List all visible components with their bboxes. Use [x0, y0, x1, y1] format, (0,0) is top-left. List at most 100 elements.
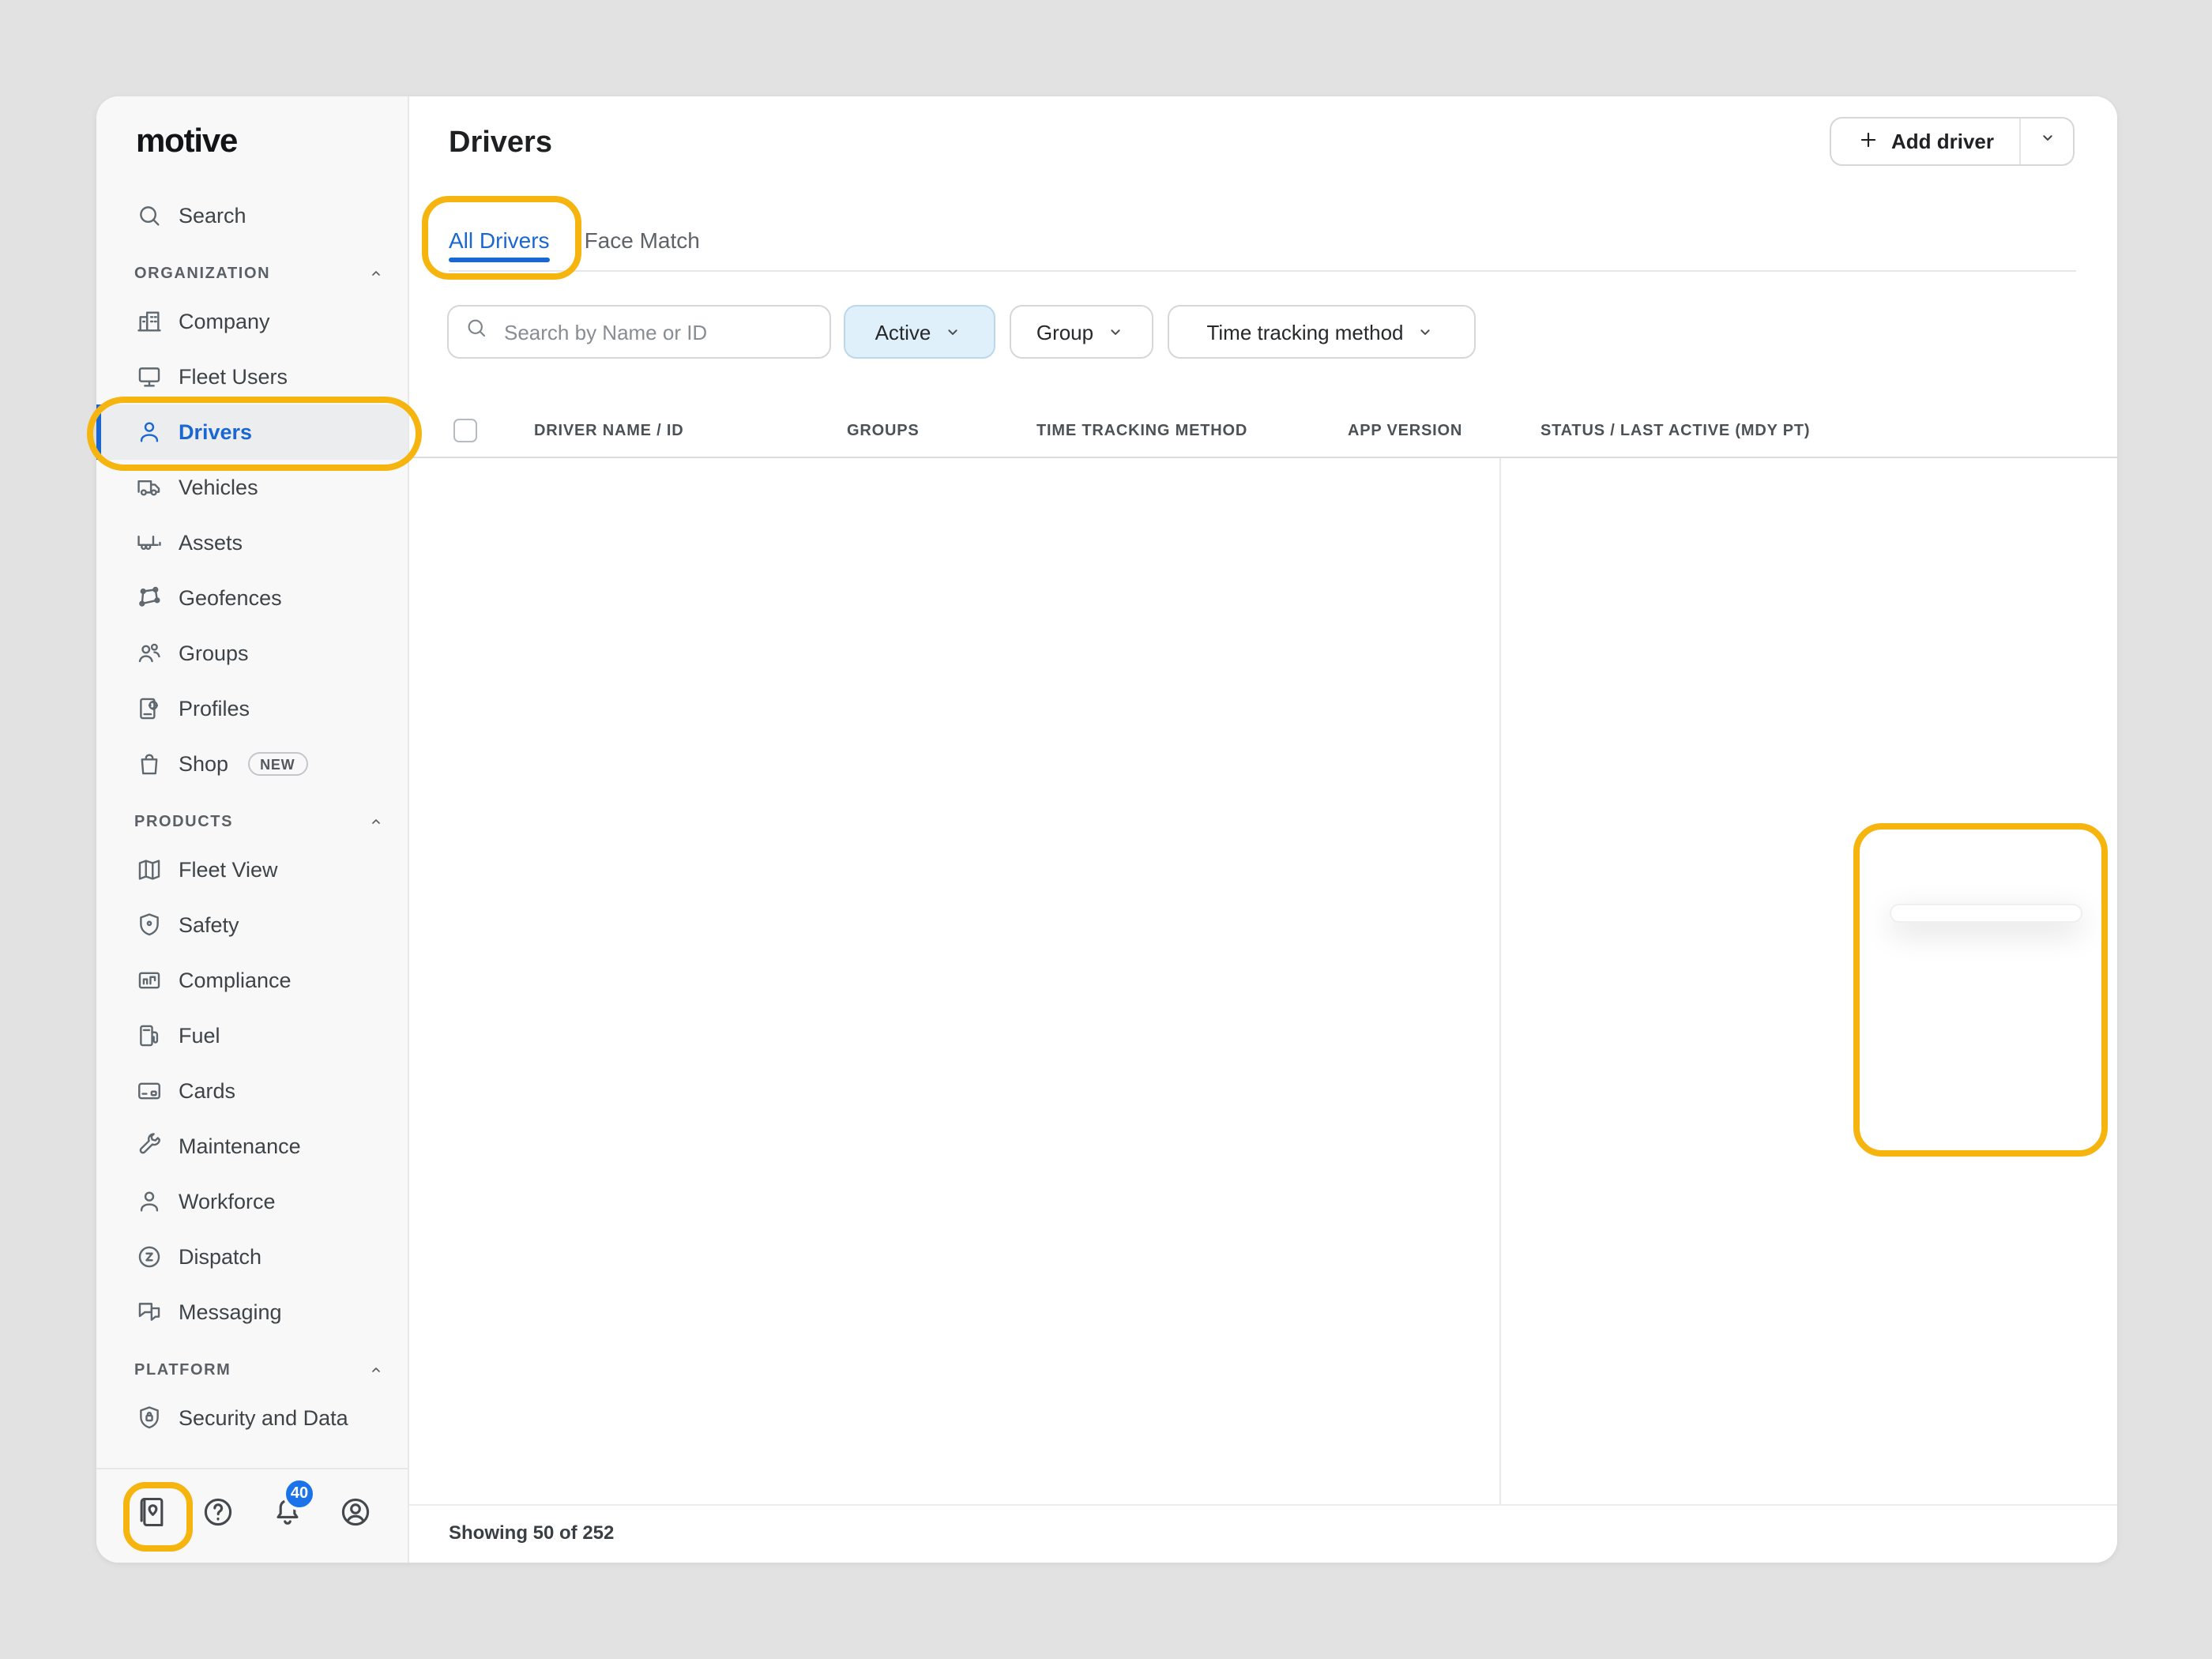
sidebar-item-label: Shop [179, 752, 228, 776]
workforce-icon [136, 1188, 163, 1215]
assets-icon [136, 529, 163, 556]
sidebar: motive SearchORGANIZATIONCompanyFleet Us… [96, 96, 409, 1563]
sidebar-item-safety[interactable]: Safety [96, 897, 408, 953]
company-icon [136, 308, 163, 335]
sidebar-item-label: Profiles [179, 697, 250, 720]
sidebar-item-maintenance[interactable]: Maintenance [96, 1119, 408, 1174]
tab-face-match[interactable]: Face Match [585, 210, 700, 270]
safety-icon [136, 912, 163, 939]
sidebar-section-platform[interactable]: PLATFORM [96, 1349, 408, 1390]
chevron-down-icon [2036, 126, 2058, 156]
sidebar-nav: Search ORGANIZATION Company Fleet Users Driv… [96, 188, 408, 1446]
security-icon [136, 1405, 163, 1431]
table-footer: Showing 50 of 252 [409, 1504, 2117, 1563]
map-book-icon [134, 1494, 169, 1537]
group-filter-label: Group [1036, 320, 1093, 344]
sidebar-item-label: Fuel [179, 1024, 220, 1048]
tab-all-drivers[interactable]: All Drivers [449, 210, 550, 270]
sidebar-item-label: Fleet View [179, 858, 278, 882]
sidebar-section-products[interactable]: PRODUCTS [96, 801, 408, 842]
drivers-icon [136, 419, 163, 446]
maintenance-icon [136, 1133, 163, 1160]
fuel-icon [136, 1022, 163, 1049]
sidebar-item-vehicles[interactable]: Vehicles [96, 460, 408, 515]
sidebar-item-label: Messaging [179, 1300, 282, 1324]
column-header-driver-name: DRIVER NAME / ID [534, 422, 684, 439]
sidebar-item-label: Fleet Users [179, 365, 288, 389]
add-driver-button[interactable]: Add driver [1830, 117, 2075, 166]
sidebar-item-label: Compliance [179, 969, 292, 992]
dispatch-icon [136, 1243, 163, 1270]
sidebar-item-profiles[interactable]: Profiles [96, 681, 408, 736]
bell-button[interactable]: 40 [267, 1495, 308, 1536]
new-badge: NEW [247, 752, 307, 776]
fleet-users-icon [136, 363, 163, 390]
vehicles-icon [136, 474, 163, 501]
add-driver-dropdown-toggle[interactable] [2021, 118, 2073, 164]
tab-bar: All Drivers Face Match [449, 210, 2076, 272]
sidebar-item-geofences[interactable]: Geofences [96, 570, 408, 626]
profiles-icon [136, 695, 163, 722]
sidebar-item-fleet-users[interactable]: Fleet Users [96, 349, 408, 404]
sidebar-item-messaging[interactable]: Messaging [96, 1285, 408, 1340]
sidebar-item-workforce[interactable]: Workforce [96, 1174, 408, 1229]
sidebar-section-label: PLATFORM [134, 1361, 231, 1379]
help-icon [201, 1494, 235, 1537]
driver-search-field [447, 305, 831, 359]
notification-count-badge: 40 [283, 1477, 316, 1510]
sidebar-item-label: Company [179, 310, 270, 333]
status-filter[interactable]: Active [844, 305, 995, 359]
status-column-divider [1499, 458, 1501, 1504]
account-button[interactable] [335, 1495, 376, 1536]
sidebar-item-cards[interactable]: Cards [96, 1063, 408, 1119]
messaging-icon [136, 1299, 163, 1326]
sidebar-item-label: Maintenance [179, 1134, 301, 1158]
select-all-checkbox[interactable] [453, 419, 477, 442]
sidebar-item-label: Safety [179, 913, 239, 937]
fleet-view-icon [136, 856, 163, 883]
sidebar-item-fleet-view[interactable]: Fleet View [96, 842, 408, 897]
groups-icon [136, 640, 163, 667]
time-tracking-filter[interactable]: Time tracking method [1168, 305, 1476, 359]
sidebar-item-fuel[interactable]: Fuel [96, 1008, 408, 1063]
sidebar-section-label: ORGANIZATION [134, 265, 270, 282]
sidebar-item-security-and-data[interactable]: Security and Data [96, 1390, 408, 1446]
drivers-table-body [409, 458, 2117, 1504]
sidebar-item-groups[interactable]: Groups [96, 626, 408, 681]
status-filter-label: Active [875, 320, 931, 344]
sidebar-item-label: Geofences [179, 586, 282, 610]
chevron-up-icon [367, 812, 386, 831]
driver-search-input[interactable] [501, 318, 814, 345]
sidebar-item-label: Groups [179, 641, 249, 665]
search-icon [136, 202, 163, 229]
sidebar-footer: 40 [96, 1469, 408, 1563]
shop-icon [136, 750, 163, 777]
sidebar-item-label: Assets [179, 531, 243, 555]
sidebar-item-label: Search [179, 204, 246, 228]
sidebar-item-compliance[interactable]: Compliance [96, 953, 408, 1008]
sidebar-item-drivers[interactable]: Drivers [96, 404, 408, 460]
column-header-app-version: APP VERSION [1348, 422, 1462, 439]
main-content: Drivers Add driver All Drivers Face Matc… [409, 96, 2117, 1563]
table-header: DRIVER NAME / ID GROUPS TIME TRACKING ME… [409, 404, 2117, 458]
sidebar-item-company[interactable]: Company [96, 294, 408, 349]
column-header-groups: GROUPS [847, 422, 920, 439]
help-button[interactable] [198, 1495, 239, 1536]
sidebar-item-assets[interactable]: Assets [96, 515, 408, 570]
sidebar-item-label: Dispatch [179, 1245, 261, 1269]
cards-icon [136, 1078, 163, 1104]
sidebar-section-organization[interactable]: ORGANIZATION [96, 253, 408, 294]
sidebar-item-label: Security and Data [179, 1406, 348, 1430]
chevron-up-icon [367, 1360, 386, 1379]
search-icon [465, 316, 488, 348]
sidebar-item-search[interactable]: Search [96, 188, 408, 243]
sidebar-item-shop[interactable]: Shop NEW [96, 736, 408, 792]
map-book-button[interactable] [131, 1495, 172, 1536]
group-filter[interactable]: Group [1010, 305, 1153, 359]
sidebar-item-label: Workforce [179, 1190, 276, 1213]
screen: motive SearchORGANIZATIONCompanyFleet Us… [0, 0, 2212, 1659]
chevron-down-icon [1415, 321, 1437, 343]
chevron-down-icon [942, 321, 964, 343]
geofences-icon [136, 585, 163, 611]
sidebar-item-dispatch[interactable]: Dispatch [96, 1229, 408, 1285]
